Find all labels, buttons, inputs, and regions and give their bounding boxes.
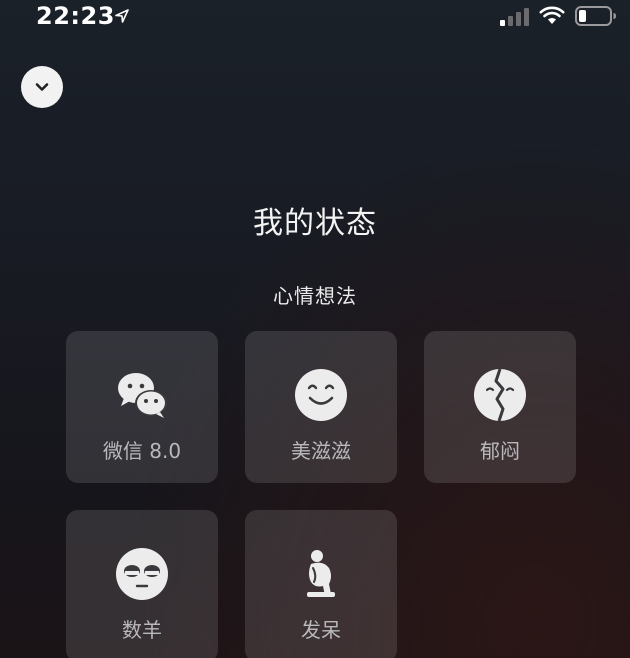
status-tile-daze[interactable]: 发呆 [245,510,397,658]
status-time: 22:23 [36,2,115,30]
status-bar: 22:23 [0,0,630,36]
status-tile-counting-sheep[interactable]: 数羊 [66,510,218,658]
status-label: 美滋滋 [291,439,351,463]
chevron-down-icon [35,83,49,91]
status-tile-happy[interactable]: 美滋滋 [245,331,397,483]
cellular-signal-icon [500,8,529,26]
status-tile-wechat[interactable]: 微信 8.0 [66,331,218,483]
status-label: 微信 8.0 [102,439,182,463]
happy-face-icon [295,369,347,421]
collapse-button[interactable] [21,66,63,108]
wechat-icon [118,373,167,418]
status-label: 郁闷 [480,439,520,463]
page-title: 我的状态 [253,206,377,241]
thinker-icon [307,550,335,597]
sleepy-face-icon [116,548,168,600]
wifi-icon [539,6,565,24]
broken-heart-face-icon [474,368,526,422]
status-label: 发呆 [301,618,341,642]
section-title: 心情想法 [273,284,357,308]
battery-icon [575,6,616,26]
location-arrow-icon [115,9,129,23]
status-label: 数羊 [122,618,162,642]
status-tile-depressed[interactable]: 郁闷 [424,331,576,483]
